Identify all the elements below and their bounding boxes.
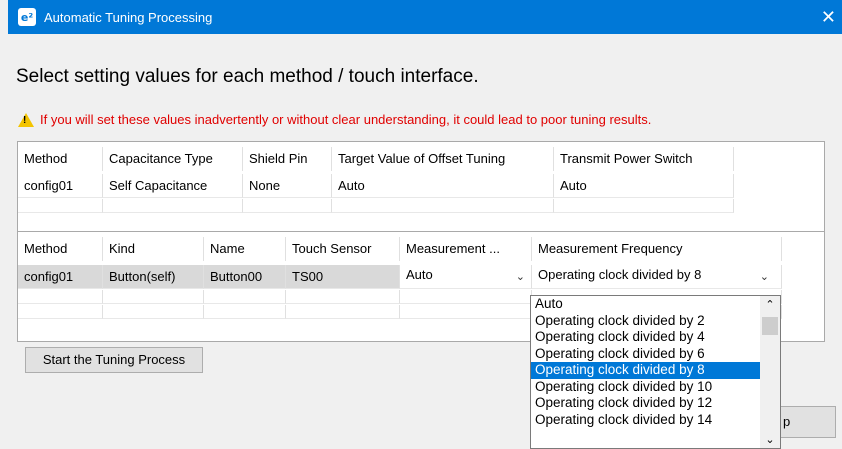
dropdown-value: Auto: [406, 267, 433, 282]
header-transmit-power: Transmit Power Switch: [554, 147, 734, 171]
scrollbar-thumb[interactable]: [762, 317, 778, 335]
header-target-offset: Target Value of Offset Tuning: [332, 147, 554, 171]
app-icon: e²: [18, 8, 36, 26]
frequency-dropdown-list[interactable]: Auto Operating clock divided by 2 Operatin…: [530, 295, 781, 449]
dropdown-option[interactable]: Operating clock divided by 12: [531, 395, 780, 412]
header-measurement-method: Measurement ...: [400, 237, 532, 261]
empty-cell: [18, 290, 103, 304]
chevron-down-icon[interactable]: ⌄: [760, 267, 769, 287]
warning-text: If you will set these values inadvertent…: [40, 112, 652, 127]
empty-cell: [18, 199, 103, 213]
cell-touch-sensor[interactable]: TS00: [286, 265, 400, 289]
start-tuning-button[interactable]: Start the Tuning Process: [25, 347, 203, 373]
empty-cell: [103, 199, 243, 213]
chevron-down-icon[interactable]: ⌄: [760, 433, 780, 446]
header-kind: Kind: [103, 237, 204, 261]
dropdown-option[interactable]: Operating clock divided by 4: [531, 329, 780, 346]
empty-cell: [243, 199, 332, 213]
header-measurement-frequency: Measurement Frequency: [532, 237, 782, 261]
close-icon[interactable]: ✕: [821, 7, 836, 28]
dropdown-option[interactable]: Operating clock divided by 10: [531, 379, 780, 396]
cell-name[interactable]: Button00: [204, 265, 286, 289]
empty-cell: [18, 305, 103, 319]
table-header: Method Capacitance Type Shield Pin Targe…: [18, 147, 734, 171]
warning-icon: !: [18, 112, 34, 127]
cell-method[interactable]: config01: [18, 174, 103, 198]
empty-cell: [286, 305, 400, 319]
empty-cell: [400, 305, 532, 319]
cell-transmit-power[interactable]: Auto: [554, 174, 734, 198]
empty-cell: [103, 290, 204, 304]
title-bar: e² Automatic Tuning Processing ✕: [8, 0, 842, 34]
measurement-frequency-dropdown[interactable]: Operating clock divided by 8 ⌄: [532, 265, 782, 289]
header-touch-sensor: Touch Sensor: [286, 237, 400, 261]
cell-shield-pin[interactable]: None: [243, 174, 332, 198]
header-capacitance-type: Capacitance Type: [103, 147, 243, 171]
cell-kind[interactable]: Button(self): [103, 265, 204, 289]
option-list: Auto Operating clock divided by 2 Operatin…: [531, 296, 780, 428]
cell-target-offset[interactable]: Auto: [332, 174, 554, 198]
header-name: Name: [204, 237, 286, 261]
warning-message: ! If you will set these values inadverte…: [18, 112, 651, 127]
cell-capacitance-type[interactable]: Self Capacitance: [103, 174, 243, 198]
page-title: Select setting values for each method / …: [16, 66, 479, 87]
empty-cell: [103, 305, 204, 319]
empty-cell: [554, 199, 734, 213]
header-method: Method: [18, 237, 103, 261]
dropdown-option[interactable]: Operating clock divided by 6: [531, 346, 780, 363]
chevron-up-icon[interactable]: ⌃: [760, 298, 780, 311]
dropdown-value: Operating clock divided by 8: [538, 267, 702, 282]
empty-cell: [286, 290, 400, 304]
scrollbar[interactable]: ⌃ ⌄: [760, 296, 780, 448]
dropdown-option[interactable]: Auto: [531, 296, 780, 313]
table-header: Method Kind Name Touch Sensor Measuremen…: [18, 237, 782, 261]
dropdown-option[interactable]: Operating clock divided by 14: [531, 412, 780, 429]
header-shield-pin: Shield Pin: [243, 147, 332, 171]
table-row[interactable]: config01 Self Capacitance None Auto Auto: [18, 174, 734, 198]
header-method: Method: [18, 147, 103, 171]
table-row[interactable]: config01 Button(self) Button00 TS00 Auto…: [18, 265, 782, 289]
window-title: Automatic Tuning Processing: [44, 9, 213, 25]
cell-method[interactable]: config01: [18, 265, 103, 289]
chevron-down-icon[interactable]: ⌄: [516, 267, 525, 287]
dropdown-option[interactable]: Operating clock divided by 8: [531, 362, 780, 379]
empty-cell: [204, 290, 286, 304]
dropdown-option[interactable]: Operating clock divided by 2: [531, 313, 780, 330]
empty-cell: [204, 305, 286, 319]
empty-cell: [400, 290, 532, 304]
table-row: [18, 199, 734, 223]
measurement-method-dropdown[interactable]: Auto ⌄: [400, 265, 532, 289]
empty-cell: [332, 199, 554, 213]
